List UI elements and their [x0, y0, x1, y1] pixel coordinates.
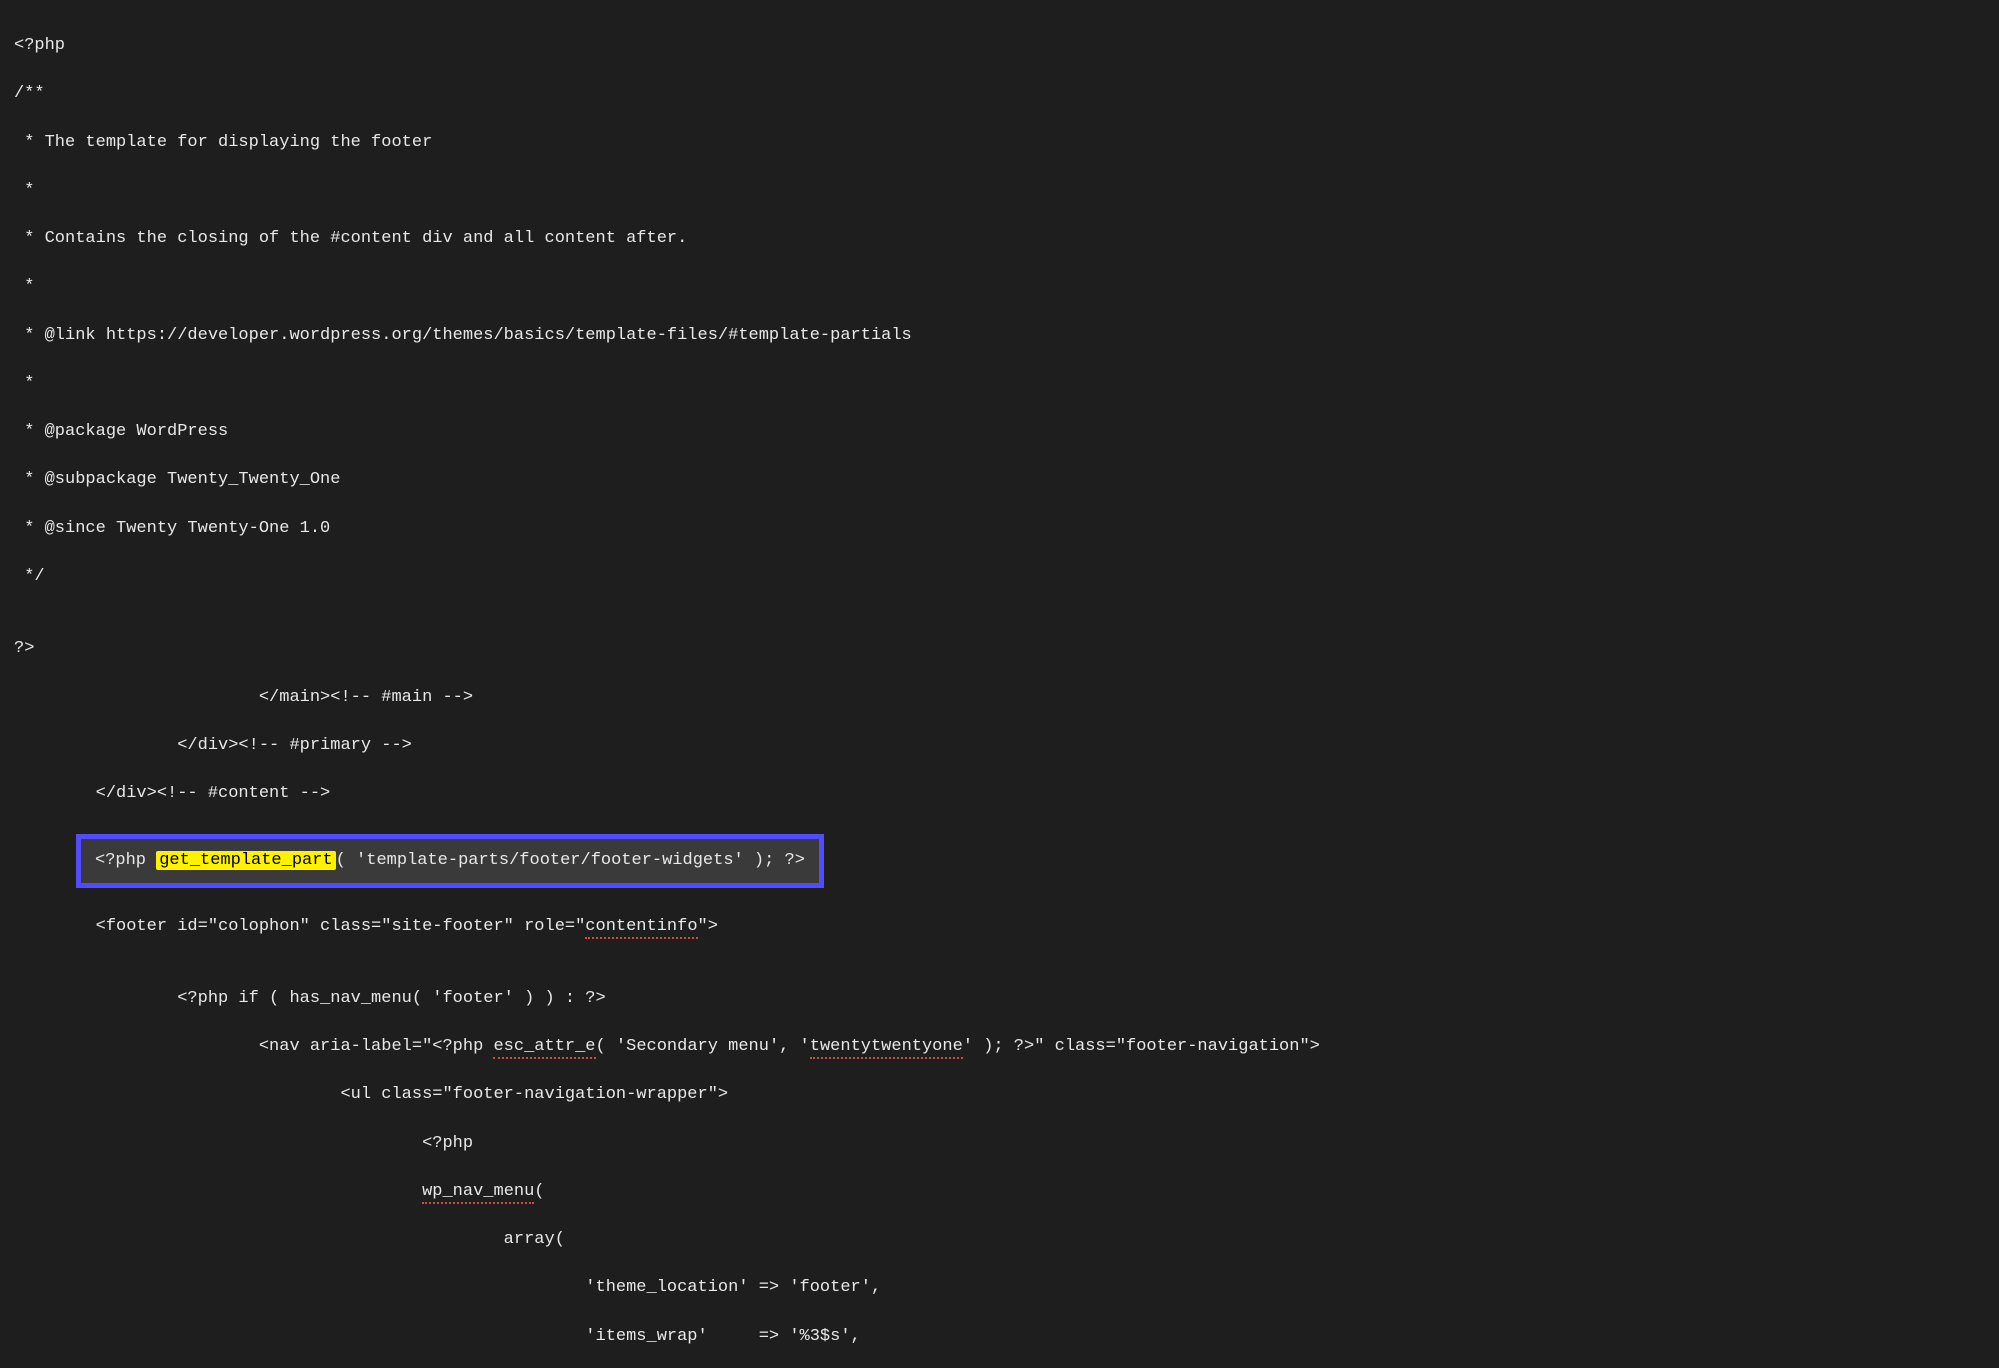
code-line: array(: [14, 1228, 1985, 1252]
code-line: <?php if ( has_nav_menu( 'footer' ) ) : …: [14, 987, 1985, 1011]
code-line: * @subpackage Twenty_Twenty_One: [14, 468, 1985, 492]
code-line: <footer id="colophon" class="site-footer…: [14, 915, 1985, 939]
code-line: *: [14, 372, 1985, 396]
highlighted-code: <?php get_template_part( 'template-parts…: [95, 851, 805, 870]
code-line: */: [14, 565, 1985, 589]
code-line: <?php: [14, 34, 1985, 58]
code-line: </div><!-- #content -->: [14, 782, 1985, 806]
code-line: wp_nav_menu(: [14, 1180, 1985, 1204]
code-line: * @since Twenty Twenty-One 1.0: [14, 517, 1985, 541]
code-line: ?>: [14, 637, 1985, 661]
code-line: * @link https://developer.wordpress.org/…: [14, 324, 1985, 348]
code-line: 'items_wrap' => '%3$s',: [14, 1325, 1985, 1349]
code-line: <?php: [14, 1132, 1985, 1156]
code-line: </main><!-- #main -->: [14, 686, 1985, 710]
code-editor[interactable]: <?php /** * The template for displaying …: [0, 0, 1999, 1368]
code-line: 'theme_location' => 'footer',: [14, 1276, 1985, 1300]
code-line: * The template for displaying the footer: [14, 131, 1985, 155]
code-line: </div><!-- #primary -->: [14, 734, 1985, 758]
code-line: /**: [14, 82, 1985, 106]
code-line: <nav aria-label="<?php esc_attr_e( 'Seco…: [14, 1035, 1985, 1059]
highlighted-code-box: <?php get_template_part( 'template-parts…: [76, 834, 824, 888]
code-line: *: [14, 275, 1985, 299]
code-line: * @package WordPress: [14, 420, 1985, 444]
code-line: <ul class="footer-navigation-wrapper">: [14, 1083, 1985, 1107]
highlighted-function-name: get_template_part: [156, 851, 335, 870]
code-line: *: [14, 179, 1985, 203]
code-line: * Contains the closing of the #content d…: [14, 227, 1985, 251]
